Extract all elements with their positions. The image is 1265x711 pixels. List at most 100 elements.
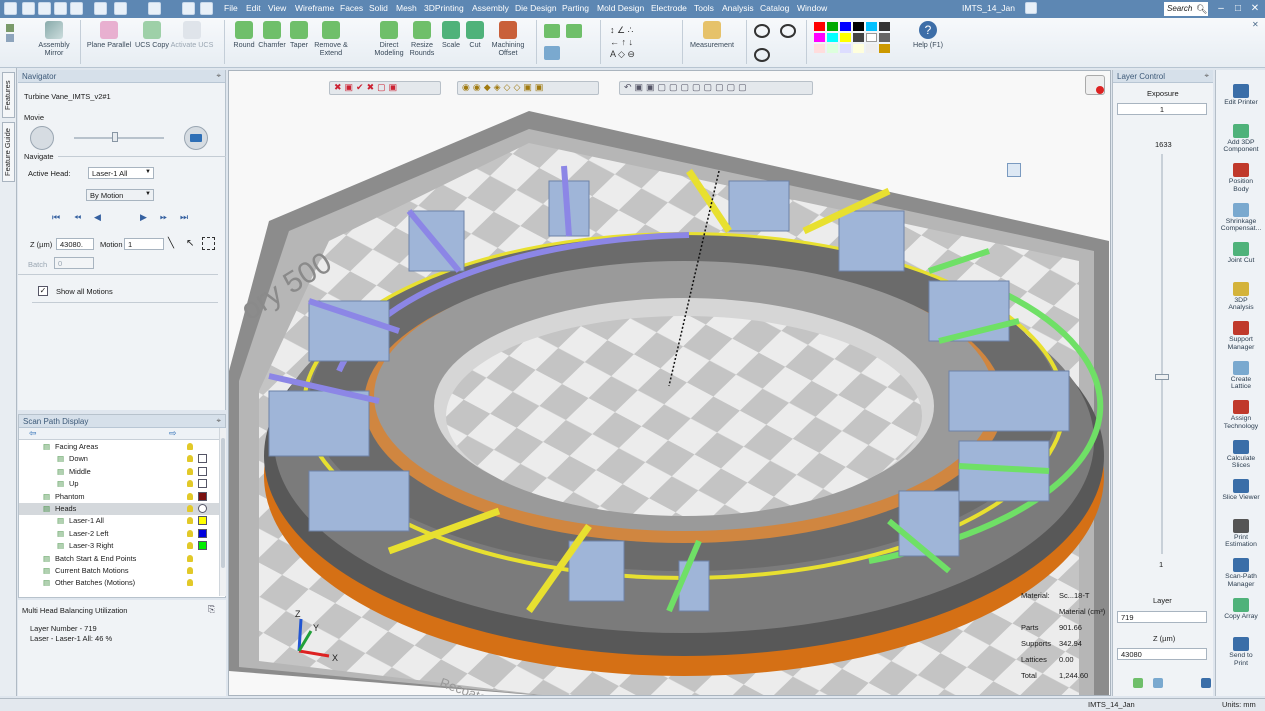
display-toolbar[interactable]: ◉◉◆◈◇◇▣▣ — [457, 81, 599, 95]
new-file-icon[interactable] — [38, 2, 51, 15]
remove-extend-button[interactable]: Remove & Extend — [312, 21, 350, 57]
scan-path-row[interactable]: ▤ Heads — [19, 503, 219, 516]
visibility-bulb-icon[interactable] — [187, 567, 193, 574]
scrollbar[interactable] — [219, 428, 226, 596]
plane-parallel-button[interactable]: Plane Parallel — [86, 21, 132, 49]
select-box-icon[interactable] — [202, 237, 215, 250]
motion-input[interactable]: 1 — [124, 238, 164, 250]
pin-icon[interactable]: ⌖ — [216, 416, 221, 426]
curve-tool-icon[interactable] — [544, 24, 560, 38]
tool-button[interactable]: Position Body — [1216, 163, 1265, 193]
layer-grid-icon[interactable] — [1153, 678, 1163, 688]
tab-feature-guide[interactable]: Feature Guide — [2, 122, 15, 182]
layer-slider-thumb[interactable] — [1155, 374, 1169, 380]
visibility-bulb-icon[interactable] — [187, 579, 193, 587]
cut-button[interactable]: Cut — [464, 21, 486, 49]
color-swatch[interactable] — [198, 528, 207, 538]
visibility-bulb-icon[interactable] — [187, 492, 193, 500]
color-swatch[interactable] — [198, 479, 207, 489]
menu-edit[interactable]: Edit — [246, 3, 261, 13]
settings-icon[interactable] — [182, 2, 195, 15]
menu-mesh[interactable]: Mesh — [396, 3, 417, 13]
active-head-select[interactable]: Laser-1 All ▼ — [88, 167, 154, 179]
exposure-input[interactable]: 1 — [1117, 103, 1207, 115]
layer-add-icon[interactable] — [1133, 678, 1143, 688]
batch-input[interactable]: 0 — [54, 257, 94, 269]
selection-toolbar[interactable]: ✖▣✔✖▢▣ — [329, 81, 441, 95]
ribbon-pin-icon[interactable]: ✕ — [1252, 20, 1259, 29]
menu-solid[interactable]: Solid — [369, 3, 388, 13]
visibility-bulb-icon[interactable] — [187, 529, 193, 537]
tool-button[interactable]: Joint Cut — [1216, 242, 1265, 265]
tool-button[interactable]: Copy Array — [1216, 597, 1265, 621]
resize-rounds-button[interactable]: Resize Rounds — [408, 21, 436, 57]
tool-button[interactable]: Edit Printer — [1216, 84, 1265, 107]
color-swatch[interactable] — [198, 541, 207, 551]
layer-export-icon[interactable] — [1201, 678, 1211, 688]
menu-file[interactable]: File — [224, 3, 238, 13]
menu-3dprinting[interactable]: 3DPrinting — [424, 3, 464, 13]
tool-button[interactable]: Support Manager — [1216, 321, 1265, 351]
tool-button[interactable]: Assign Technology — [1216, 400, 1265, 430]
next-button[interactable]: ⏩︎ — [160, 212, 167, 223]
zoom-all-icon[interactable] — [754, 48, 770, 62]
assembly-mirror-button[interactable]: Assembly Mirror — [36, 21, 72, 57]
tool-button[interactable]: 3DP Analysis — [1216, 281, 1265, 312]
scan-path-row[interactable]: ▤ Current Batch Motions — [19, 565, 219, 577]
motion-mode-select[interactable]: By Motion ▼ — [86, 189, 154, 201]
undo-icon[interactable] — [148, 2, 161, 15]
export-icon[interactable]: ⎘ — [208, 604, 215, 615]
round-button[interactable]: Round — [230, 21, 258, 49]
camera-left-icon[interactable] — [30, 126, 54, 150]
camera-right-icon[interactable] — [184, 126, 208, 150]
close-button[interactable]: ✕ — [1248, 2, 1262, 15]
layer-input[interactable]: 719 — [1117, 611, 1207, 623]
back-arrow-icon[interactable]: ⇦ — [29, 428, 37, 439]
movie-slider-thumb[interactable] — [112, 132, 118, 142]
scan-path-row[interactable]: ▤ Down — [19, 453, 219, 465]
panel-toggle-icon[interactable] — [1025, 2, 1037, 14]
scale-button[interactable]: Scale — [440, 21, 462, 49]
first-button[interactable]: ⏮︎ — [52, 212, 60, 223]
pin-icon[interactable]: ⌖ — [216, 71, 221, 81]
color-swatch[interactable] — [198, 466, 207, 476]
scan-path-row[interactable]: ▤ Middle — [19, 466, 219, 478]
measurement-button[interactable]: Measurement — [688, 21, 736, 49]
menu-tools[interactable]: Tools — [694, 3, 714, 13]
menu-wireframe[interactable]: Wireframe — [295, 3, 334, 13]
help-button[interactable]: ? Help (F1) — [910, 21, 946, 49]
line-tool-icon[interactable]: ╲ — [168, 238, 174, 249]
tool-button[interactable]: Add 3DP Component — [1216, 123, 1265, 154]
visibility-bulb-icon[interactable] — [187, 505, 193, 512]
visibility-bulb-icon[interactable] — [187, 554, 193, 562]
menu-assembly[interactable]: Assembly — [472, 3, 509, 13]
view-cube-icon[interactable] — [1007, 163, 1021, 177]
machining-offset-button[interactable]: Machining Offset — [488, 21, 528, 57]
scan-path-row[interactable]: ▤ Laser-1 All — [19, 515, 219, 527]
tool-button[interactable]: Shrinkage Compensat... — [1216, 202, 1265, 233]
visibility-bulb-icon[interactable] — [187, 480, 193, 488]
dimension-tools[interactable]: ↕ ∠ ∴ ← ↑ ↓ A ◇ ⊖ — [610, 24, 660, 60]
visibility-bulb-icon[interactable] — [187, 443, 193, 450]
last-button[interactable]: ⏭︎ — [180, 212, 188, 223]
tab-features[interactable]: Features — [2, 72, 15, 118]
options-icon[interactable] — [200, 2, 213, 15]
forward-arrow-icon[interactable]: ⇨ — [169, 428, 177, 439]
color-swatch[interactable] — [198, 454, 207, 464]
layout-icon[interactable] — [114, 2, 127, 15]
movie-slider-track[interactable] — [74, 137, 164, 139]
menu-die-design[interactable]: Die Design — [515, 3, 557, 13]
scan-path-row[interactable]: ▤ Up — [19, 478, 219, 490]
prev-button[interactable]: ⏪︎ — [74, 212, 81, 223]
graphics-viewport[interactable]: ory 500 Recoater X Y Z ✖▣✔✖▢▣ ◉◉◆◈◇◇▣▣ ↶… — [228, 70, 1111, 696]
open-file-icon[interactable] — [54, 2, 67, 15]
scan-path-row[interactable]: ▤ Batch Start & End Points — [19, 553, 219, 565]
scan-path-row[interactable]: ▤ Laser-3 Right — [19, 540, 219, 552]
grid-tool-icon[interactable] — [544, 46, 560, 60]
print-icon[interactable] — [70, 2, 83, 15]
direct-modeling-button[interactable]: Direct Modeling — [370, 21, 408, 57]
menu-electrode[interactable]: Electrode — [651, 3, 687, 13]
menu-parting[interactable]: Parting — [562, 3, 589, 13]
visibility-bulb-icon[interactable] — [187, 467, 193, 475]
ucs-copy-button[interactable]: UCS Copy — [134, 21, 170, 49]
